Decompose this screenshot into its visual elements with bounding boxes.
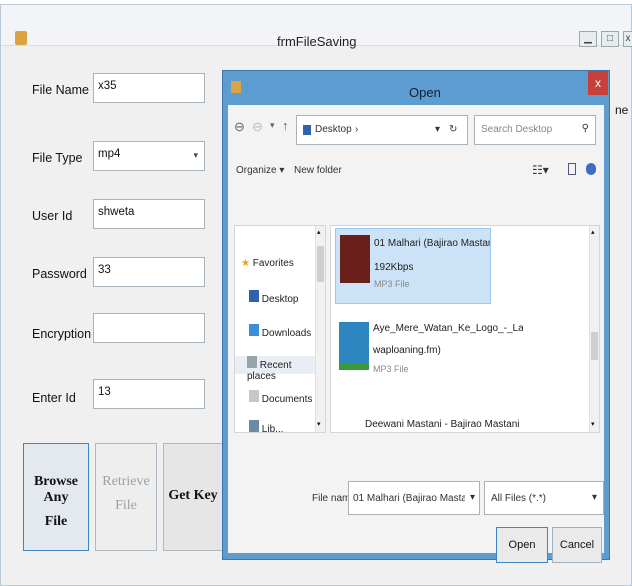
nav-label-downloads: Downloads xyxy=(261,328,312,339)
file-list-pane: 01 Malhari (Bajirao Mastani) 192Kbps MP3… xyxy=(330,225,600,433)
file-type-value: mp4 xyxy=(98,148,121,160)
dialog-title: Open xyxy=(409,85,441,100)
browse-line2: File xyxy=(44,514,68,529)
documents-icon xyxy=(249,390,259,402)
encryption-key-input[interactable] xyxy=(93,313,205,343)
file-name-line2: 192Kbps xyxy=(374,262,414,273)
enter-id-input[interactable]: 13 xyxy=(93,379,205,409)
forward-arrow-icon[interactable]: ⊖ xyxy=(252,119,263,135)
downloads-icon xyxy=(249,324,259,336)
nav-item-desktop[interactable]: Desktop xyxy=(249,290,298,305)
nav-scroll-thumb[interactable] xyxy=(317,246,324,282)
nav-scroll-up-icon[interactable]: ▴ xyxy=(317,228,321,236)
organize-menu[interactable]: Organize ▾ xyxy=(236,165,284,176)
browse-line1: Browse Any xyxy=(33,474,79,505)
dropdown-arrow-icon: ▾ xyxy=(193,150,198,160)
file-item[interactable]: Aye_Mere_Watan_Ke_Logo_-_Lata( waploanin… xyxy=(339,318,523,390)
password-input[interactable]: 33 xyxy=(93,257,205,287)
nav-label-documents: Documents xyxy=(261,394,313,405)
search-placeholder: Search Desktop xyxy=(481,124,553,135)
library-icon xyxy=(249,420,259,432)
file-name-label: File Name xyxy=(32,83,89,97)
nav-item-documents[interactable]: Documents xyxy=(249,390,312,405)
file-type-text: MP3 File xyxy=(374,279,410,289)
breadcrumb-desktop[interactable]: Desktop xyxy=(315,124,352,135)
retrieve-line2: File xyxy=(115,498,137,513)
search-icon: ⚲ xyxy=(581,123,589,134)
breadcrumb-chevron-icon: › xyxy=(355,124,359,135)
app-icon xyxy=(15,31,27,45)
file-name-line2: waploaning.fm) xyxy=(373,345,441,356)
file-name-line1: Aye_Mere_Watan_Ke_Logo_-_Lata( xyxy=(373,323,523,334)
file-type-dropdown[interactable]: mp4 ▾ xyxy=(93,141,205,171)
search-box[interactable]: Search Desktop ⚲ xyxy=(474,115,596,145)
file-name-line1: Deewani Mastani - Bajirao Mastani xyxy=(365,419,520,430)
open-file-dialog: Open x ⊖ ⊖ ▾ ↑ Desktop › ▾ ↻ Search Desk… xyxy=(222,70,610,563)
dialog-app-icon xyxy=(231,81,241,93)
nav-label-favorites: Favorites xyxy=(252,258,294,269)
dialog-close-button[interactable]: x xyxy=(588,71,608,95)
music-file-icon xyxy=(339,322,369,370)
get-key-button[interactable]: Get Key xyxy=(163,443,223,551)
minimize-button[interactable]: ▁ xyxy=(579,31,597,47)
enter-id-label: Enter Id xyxy=(32,391,76,405)
nav-scroll-down-icon[interactable]: ▾ xyxy=(317,420,321,428)
view-options-icon[interactable]: ☷▾ xyxy=(532,163,549,177)
file-name-input[interactable]: x35 xyxy=(93,73,205,103)
nav-item-recent-places[interactable]: Recent places xyxy=(235,356,319,382)
window-title: frmFileSaving xyxy=(277,34,357,49)
file-type-text: MP3 File xyxy=(373,364,409,374)
nav-item-favorites[interactable]: ★ Favorites xyxy=(241,258,294,269)
file-item[interactable]: 01 Malhari (Bajirao Mastani) 192Kbps MP3… xyxy=(335,228,491,304)
nav-item-downloads[interactable]: Downloads xyxy=(249,324,311,339)
dialog-file-name-input[interactable]: 01 Malhari (Bajirao Mastani) 192Kl ▾ xyxy=(348,481,480,515)
dialog-body: ⊖ ⊖ ▾ ↑ Desktop › ▾ ↻ Search Desktop ⚲ O… xyxy=(228,105,604,563)
recent-dropdown-icon[interactable]: ▾ xyxy=(270,120,275,131)
file-name-line1: 01 Malhari (Bajirao Mastani) xyxy=(374,238,490,249)
nav-item-library[interactable]: Lib... xyxy=(249,420,284,433)
up-arrow-icon[interactable]: ↑ xyxy=(282,118,289,133)
file-item[interactable]: Deewani Mastani - Bajirao Mastani xyxy=(339,418,520,432)
navigation-pane: ★ Favorites Desktop Downloads Recent pla… xyxy=(234,225,326,433)
refresh-icon[interactable]: ↻ xyxy=(449,124,457,135)
file-type-label: File Type xyxy=(32,151,83,165)
filter-dropdown-icon[interactable]: ▾ xyxy=(592,492,597,503)
file-type-filter[interactable]: All Files (*.*) ▾ xyxy=(484,481,604,515)
user-id-input[interactable]: shweta xyxy=(93,199,205,229)
file-scroll-down-icon[interactable]: ▾ xyxy=(591,420,595,428)
help-icon[interactable] xyxy=(586,163,596,175)
file-type-filter-value: All Files (*.*) xyxy=(491,493,547,504)
retrieve-file-button[interactable]: Retrieve File xyxy=(95,443,157,551)
cancel-button[interactable]: Cancel xyxy=(552,527,602,563)
desktop-icon xyxy=(249,290,259,302)
file-scroll-thumb[interactable] xyxy=(591,332,598,360)
dialog-file-name-value: 01 Malhari (Bajirao Mastani) 192Kl xyxy=(353,493,465,504)
user-id-label: User Id xyxy=(32,209,73,223)
retrieve-line1: Retrieve xyxy=(102,474,150,489)
file-scrollbar[interactable]: ▴ ▾ xyxy=(589,226,599,432)
recent-places-icon xyxy=(247,356,257,368)
album-art-thumbnail xyxy=(340,235,370,283)
nav-scrollbar[interactable]: ▴ ▾ xyxy=(315,226,325,432)
nav-label-library: Lib... xyxy=(261,424,284,433)
back-arrow-icon[interactable]: ⊖ xyxy=(234,119,245,135)
file-name-dropdown-icon[interactable]: ▾ xyxy=(470,492,475,503)
star-icon: ★ xyxy=(241,258,250,269)
get-key-label: Get Key xyxy=(168,488,218,503)
password-label: Password xyxy=(32,267,87,281)
edge-label-fragment: ne xyxy=(615,103,629,117)
maximize-button[interactable]: □ xyxy=(601,31,619,47)
desktop-folder-icon xyxy=(303,125,311,135)
nav-label-desktop: Desktop xyxy=(261,294,299,305)
address-bar[interactable]: Desktop › ▾ ↻ xyxy=(296,115,468,145)
browse-any-file-button[interactable]: Browse Any File xyxy=(23,443,89,551)
file-scroll-up-icon[interactable]: ▴ xyxy=(591,228,595,236)
open-button[interactable]: Open xyxy=(496,527,548,563)
preview-pane-icon[interactable] xyxy=(568,163,576,175)
address-dropdown-icon[interactable]: ▾ xyxy=(435,124,440,135)
new-folder-button[interactable]: New folder xyxy=(294,165,342,176)
close-button[interactable]: x xyxy=(623,31,632,47)
